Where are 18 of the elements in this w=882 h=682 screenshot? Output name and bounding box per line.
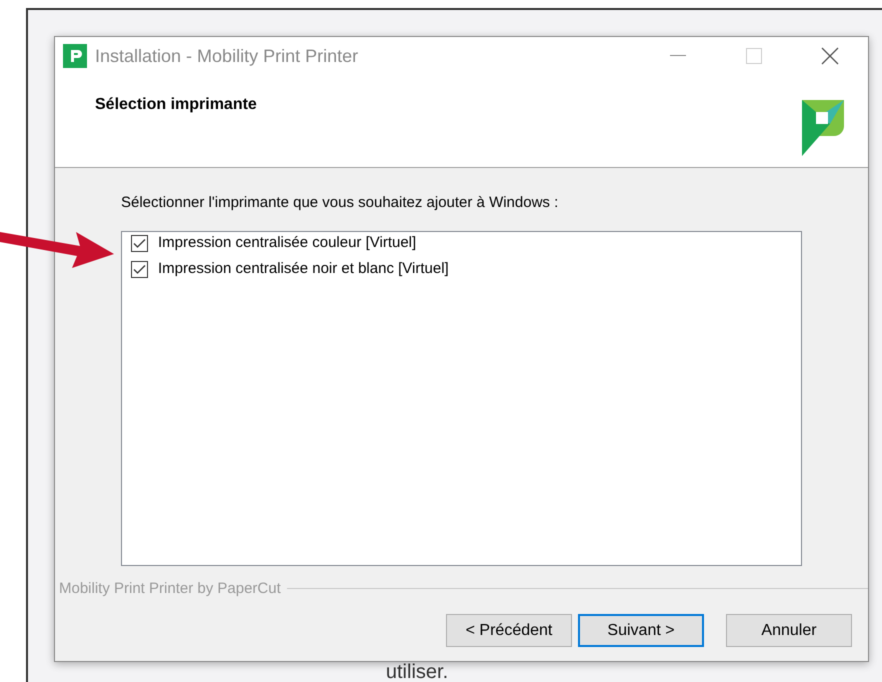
background-text: utiliser. [386,663,448,682]
printer-label[interactable]: Impression centralisée noir et blanc [Virtuel] [158,258,449,280]
maximize-icon [746,48,762,64]
footer-brand: Mobility Print Printer by PaperCut [59,578,281,598]
close-icon [821,47,839,65]
app-logo-icon [63,44,87,68]
window-title: Installation - Mobility Print Printer [95,44,358,68]
printer-label[interactable]: Impression centralisée couleur [Virtuel] [158,232,416,254]
dialog-button[interactable]: < Précédent [446,614,572,647]
minimize-icon [670,55,686,57]
checkbox[interactable] [131,234,148,252]
dialog-button[interactable]: Annuler [726,614,852,647]
dialog-button[interactable]: Suivant > [578,614,704,647]
instruction-text: Sélectionner l'imprimante que vous souhaitez ajouter à Windows : [121,193,560,213]
header-title: Sélection imprimante [95,95,257,115]
checkmark-icon [133,264,146,274]
checkbox[interactable] [131,260,148,278]
checkmark-icon [133,238,146,248]
